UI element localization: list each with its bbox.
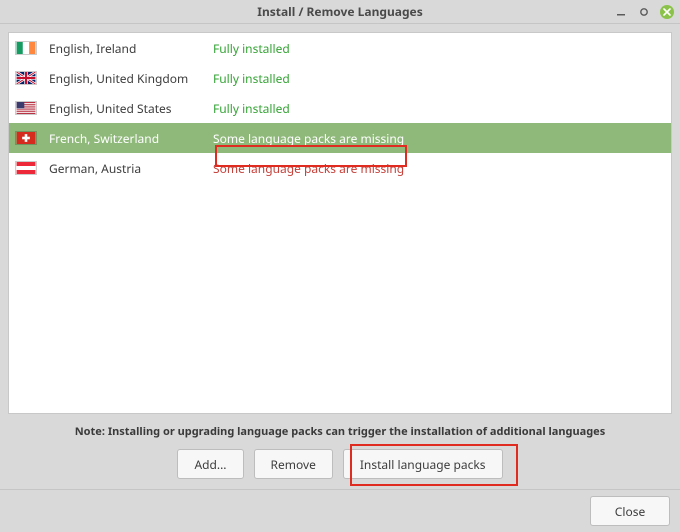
flag-cell — [13, 101, 45, 115]
note-text: Note: Installing or upgrading language p… — [8, 414, 672, 443]
window-title: Install / Remove Languages — [0, 3, 680, 20]
flag-cell — [13, 131, 45, 145]
language-name: English, Ireland — [45, 40, 213, 57]
content-area: English, Ireland Fully installed English… — [0, 24, 680, 489]
install-language-packs-button[interactable]: Install language packs — [343, 449, 503, 479]
language-name: German, Austria — [45, 160, 213, 177]
add-button[interactable]: Add... — [177, 449, 243, 479]
titlebar: Install / Remove Languages — [0, 0, 680, 24]
close-window-button[interactable] — [660, 5, 674, 19]
flag-cell — [13, 71, 45, 85]
language-status: Fully installed — [213, 100, 667, 117]
language-row[interactable]: English, United States Fully installed — [9, 93, 671, 123]
flag-icon — [15, 41, 37, 55]
flag-icon — [15, 161, 37, 175]
language-row[interactable]: English, Ireland Fully installed — [9, 33, 671, 63]
language-name: English, United States — [45, 100, 213, 117]
maximize-button[interactable] — [637, 5, 651, 19]
language-name: English, United Kingdom — [45, 70, 213, 87]
language-status: Fully installed — [213, 40, 667, 57]
flag-cell — [13, 41, 45, 55]
language-status: Fully installed — [213, 70, 667, 87]
flag-icon — [15, 131, 37, 145]
language-name: French, Switzerland — [45, 130, 213, 147]
flag-icon — [15, 71, 37, 85]
flag-cell — [13, 161, 45, 175]
bottom-bar: Close — [0, 489, 680, 532]
language-row[interactable]: German, Austria Some language packs are … — [9, 153, 671, 183]
flag-icon — [15, 101, 37, 115]
language-status: Some language packs are missing — [213, 130, 667, 147]
action-bar: Add... Remove Install language packs — [8, 443, 672, 489]
window-controls — [614, 0, 674, 24]
language-list[interactable]: English, Ireland Fully installed English… — [8, 32, 672, 414]
install-remove-languages-dialog: Install / Remove Languages English, Irel… — [0, 0, 680, 532]
minimize-button[interactable] — [614, 5, 628, 19]
language-row[interactable]: English, United Kingdom Fully installed — [9, 63, 671, 93]
language-status: Some language packs are missing — [213, 160, 667, 177]
remove-button[interactable]: Remove — [254, 449, 333, 479]
close-button[interactable]: Close — [590, 496, 670, 526]
language-row[interactable]: French, Switzerland Some language packs … — [9, 123, 671, 153]
